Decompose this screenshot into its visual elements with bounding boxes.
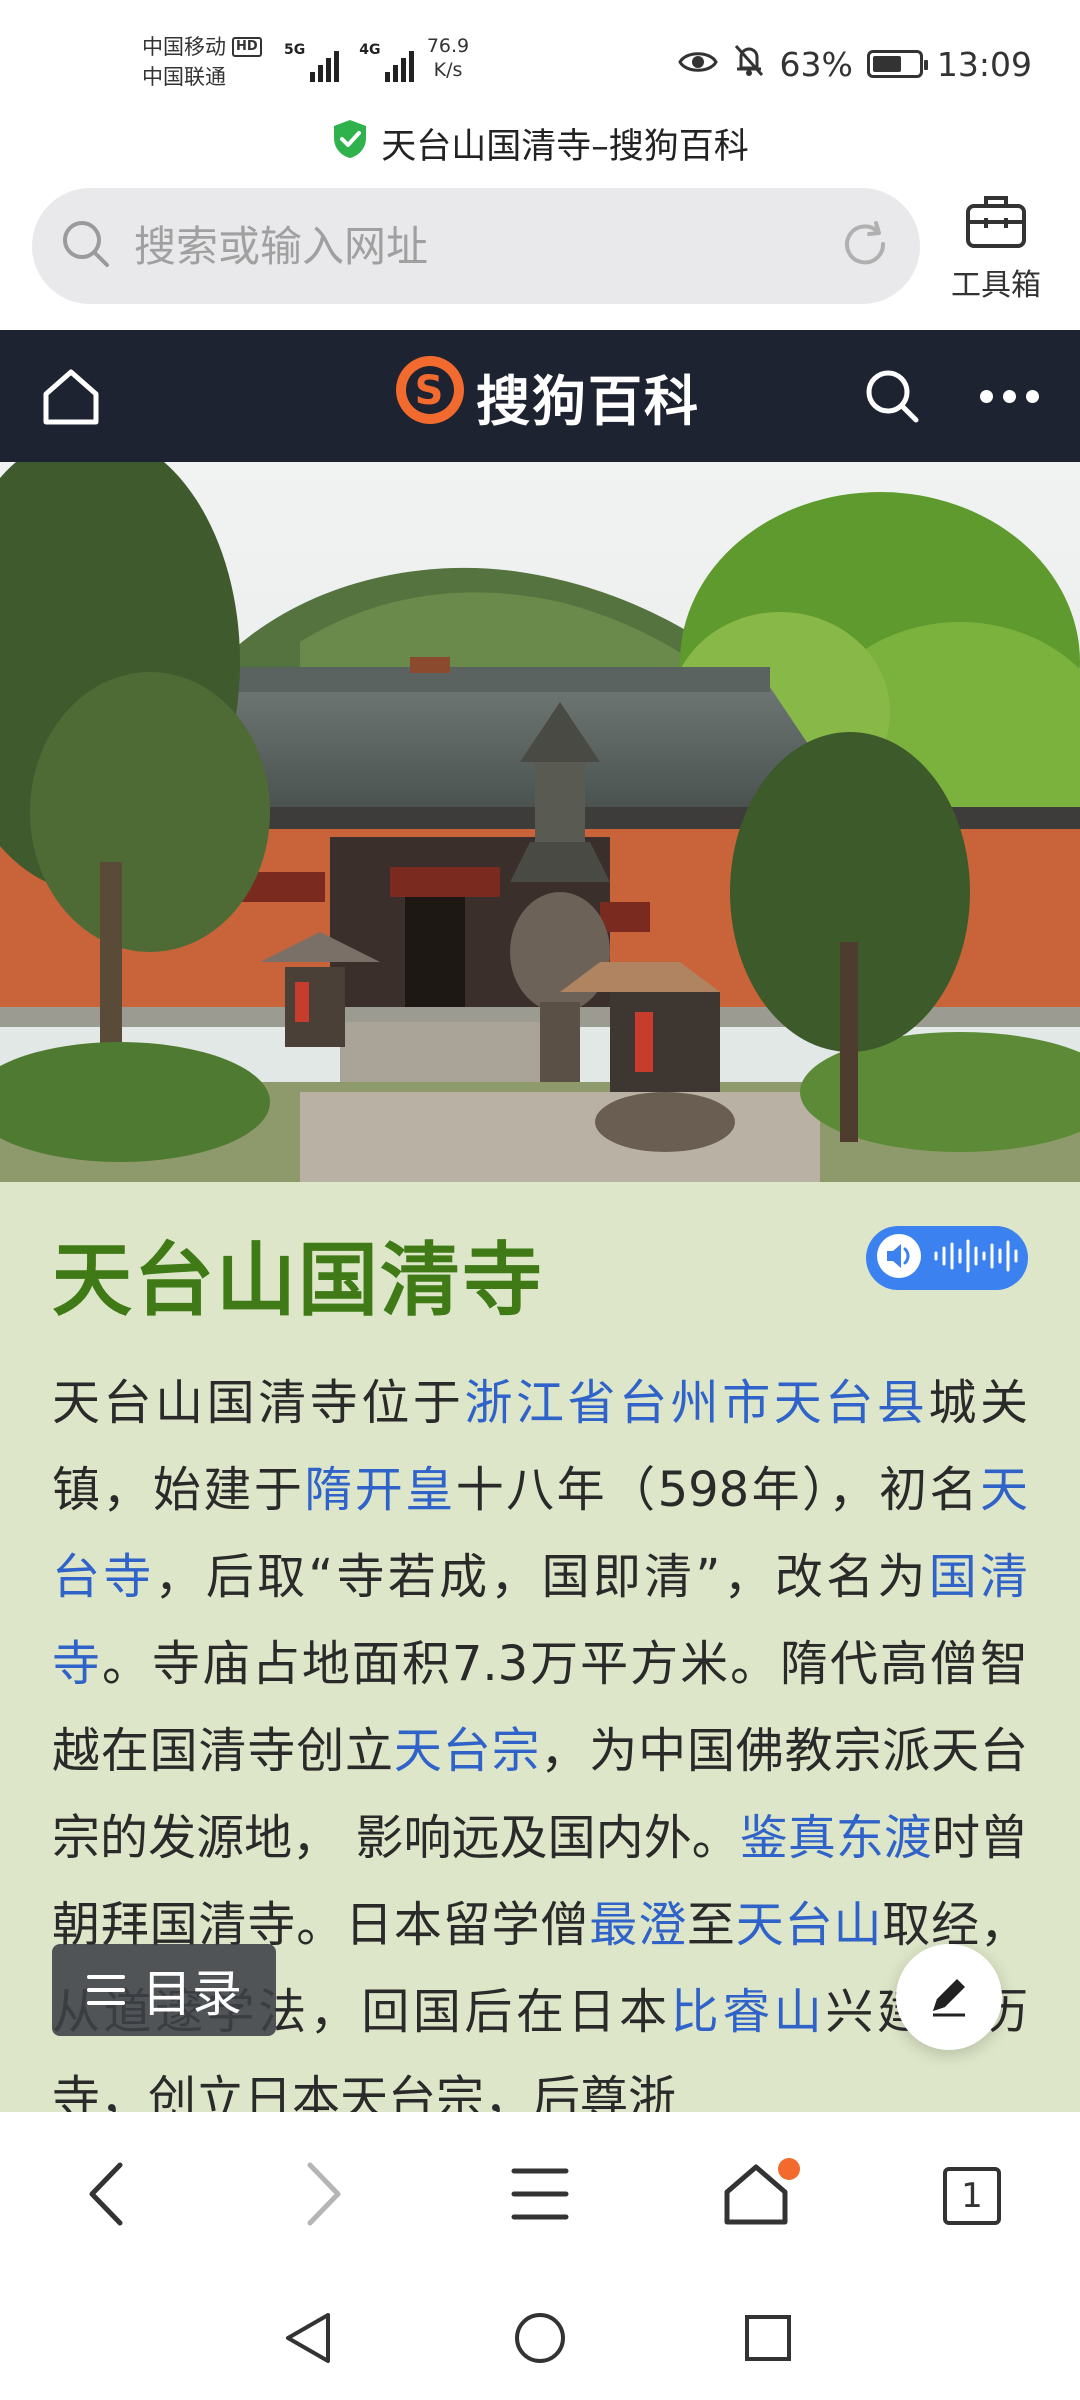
- home-icon[interactable]: [40, 366, 102, 432]
- network-speed-value: 76.9: [426, 35, 470, 57]
- system-recents-button[interactable]: [736, 2308, 800, 2372]
- clock: 13:09: [936, 44, 1032, 84]
- hamburger-icon: [511, 2166, 569, 2226]
- hd-badge: HD: [232, 37, 262, 57]
- address-bar[interactable]: [32, 188, 920, 304]
- carrier-1: 中国移动: [142, 35, 226, 59]
- eye-icon: [677, 45, 718, 84]
- network-5g-label: 5G: [284, 42, 306, 58]
- site-header: S 搜狗百科: [0, 330, 1080, 462]
- toolbox-label: 工具箱: [951, 268, 1041, 303]
- carrier-labels: 中国移动 HD 中国联通: [142, 32, 262, 92]
- network-speed-unit: K/s: [433, 59, 463, 81]
- audio-waveform-icon: [932, 1236, 1022, 1280]
- article-link[interactable]: 比睿山: [671, 1984, 826, 2040]
- article-link[interactable]: 天台山: [736, 1897, 883, 1953]
- article-link[interactable]: 最澄: [589, 1897, 687, 1953]
- sogou-baike-logo[interactable]: S 搜狗百科: [392, 355, 700, 434]
- battery-percent: 63%: [779, 44, 853, 84]
- signal-indicators: 5G 4G: [284, 38, 415, 82]
- temple-photo: [0, 462, 1080, 1182]
- triangle-back-icon: [282, 2310, 334, 2370]
- menu-lines-icon: [86, 1961, 126, 2019]
- home-nav-button[interactable]: [716, 2156, 800, 2236]
- system-back-button[interactable]: [276, 2308, 340, 2372]
- system-home-button[interactable]: [508, 2308, 572, 2372]
- article-text: 至: [686, 1897, 736, 1953]
- square-recents-icon: [743, 2313, 793, 2367]
- toolbox-button[interactable]: 工具箱: [940, 190, 1052, 310]
- system-navigation-bar: [0, 2282, 1080, 2400]
- chevron-right-icon: [304, 2161, 344, 2231]
- article-text: 天台山国清寺位于: [52, 1375, 465, 1431]
- shield-shape: [334, 119, 367, 158]
- mute-bell-icon: [732, 42, 766, 86]
- forward-button[interactable]: [284, 2156, 364, 2236]
- tabs-button[interactable]: 1: [932, 2156, 1012, 2236]
- notification-dot: [778, 2158, 800, 2180]
- article-link[interactable]: 浙江省台州市天台县: [464, 1375, 928, 1431]
- sogou-logo-icon: S: [392, 352, 468, 441]
- logo-text: 搜狗百科: [476, 369, 700, 433]
- site-search-icon[interactable]: [862, 366, 922, 430]
- audio-play-button[interactable]: [866, 1226, 1028, 1290]
- article-link[interactable]: 鉴真东渡: [740, 1810, 932, 1866]
- toc-label: 目录: [142, 1965, 242, 2023]
- carrier-2: 中国联通: [142, 65, 226, 89]
- toolbox-icon: [964, 190, 1028, 260]
- address-input[interactable]: [132, 220, 838, 272]
- signal-5g-icon: 5G: [284, 42, 340, 82]
- address-bar-row: 工具箱: [0, 182, 1080, 330]
- shield-check-icon: [331, 118, 369, 169]
- battery-icon: [866, 50, 928, 78]
- network-speed: 76.9 K/s: [418, 34, 478, 82]
- network-4g-label: 4G: [359, 42, 381, 58]
- page-title: 天台山国清寺–搜狗百科: [381, 126, 749, 167]
- more-menu-icon[interactable]: [980, 390, 1039, 403]
- pencil-icon: [925, 1971, 973, 2023]
- signal-4g-icon: 4G: [359, 42, 415, 82]
- refresh-icon[interactable]: [838, 217, 892, 275]
- article-text: 十八年（598年），初名: [455, 1462, 980, 1518]
- menu-button[interactable]: [500, 2156, 580, 2236]
- back-button[interactable]: [66, 2156, 146, 2236]
- status-right-group: 63% 13:09: [677, 40, 1032, 88]
- chevron-left-icon: [86, 2161, 126, 2231]
- table-of-contents-button[interactable]: 目录: [52, 1944, 276, 2036]
- article-link[interactable]: 隋开皇: [304, 1462, 455, 1518]
- article-link[interactable]: 天台宗: [394, 1723, 541, 1779]
- battery-level-fill: [872, 56, 901, 72]
- article-title: 天台山国清寺: [52, 1234, 544, 1327]
- edit-button[interactable]: [896, 1944, 1002, 2050]
- page-title-bar: 天台山国清寺–搜狗百科: [0, 118, 1080, 168]
- speaker-icon: [876, 1233, 922, 1283]
- svg-text:S: S: [415, 368, 446, 414]
- browser-bottom-bar: 1: [0, 2112, 1080, 2282]
- article-text: ，后取“寺若成，国即清”，改名为: [154, 1549, 929, 1605]
- circle-home-icon: [513, 2311, 567, 2369]
- status-bar: 中国移动 HD 中国联通 5G 4G 76.9 K/s 63% 13:09: [0, 0, 1080, 118]
- tab-count: 1: [943, 2167, 1001, 2225]
- search-icon: [60, 218, 112, 274]
